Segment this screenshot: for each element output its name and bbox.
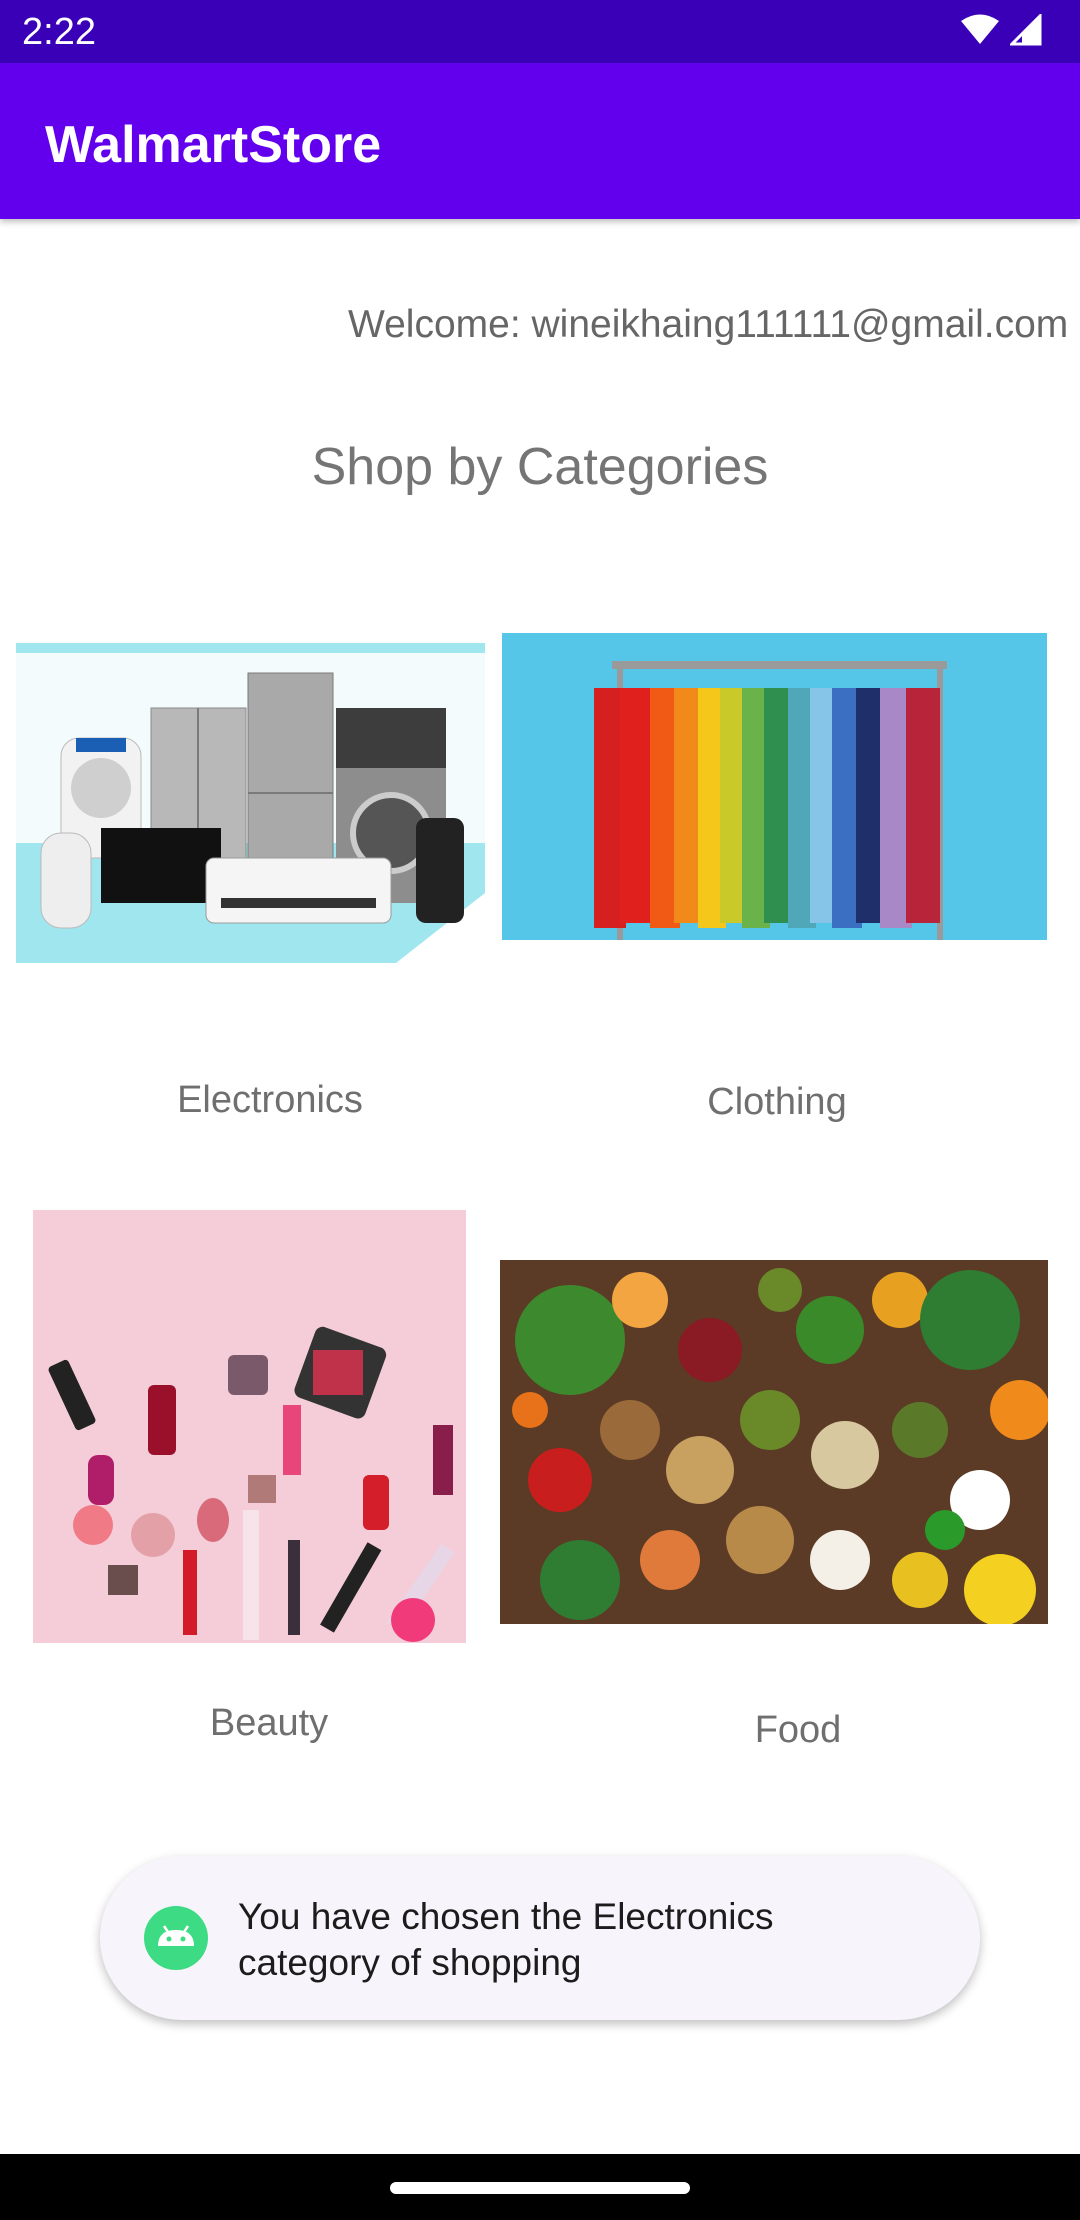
app-bar: WalmartStore (0, 63, 1080, 219)
clothing-image[interactable] (502, 633, 1047, 940)
electronics-image[interactable] (16, 643, 485, 963)
category-label-food: Food (754, 1709, 842, 1751)
app-title: WalmartStore (45, 116, 382, 174)
category-label-clothing: Clothing (707, 1081, 847, 1123)
section-title: Shop by Categories (311, 438, 769, 496)
navigation-bar (0, 2154, 1080, 2220)
android-icon (144, 1906, 208, 1970)
status-bar: 2:22 (0, 0, 1080, 63)
category-label-beauty: Beauty (209, 1702, 329, 1744)
toast-message: You have chosen the Electronics category… (100, 1856, 980, 2020)
home-handle[interactable] (390, 2182, 690, 2194)
status-time: 2:22 (22, 11, 96, 53)
beauty-image[interactable] (33, 1210, 466, 1643)
screen: 2:22 WalmartStore Welcome: wineikhaing11… (0, 0, 1080, 2220)
status-icons (960, 14, 1042, 46)
food-image[interactable] (500, 1260, 1048, 1624)
wifi-icon (961, 14, 999, 44)
toast-line-2: category of shopping (238, 1942, 582, 1983)
toast-text: You have chosen the Electronics category… (238, 1894, 938, 1986)
signal-icon (1010, 14, 1042, 46)
category-label-electronics: Electronics (177, 1079, 363, 1121)
toast-line-1: You have chosen the Electronics (238, 1896, 774, 1937)
welcome-text: Welcome: wineikhaing111111@gmail.com (348, 303, 1069, 346)
